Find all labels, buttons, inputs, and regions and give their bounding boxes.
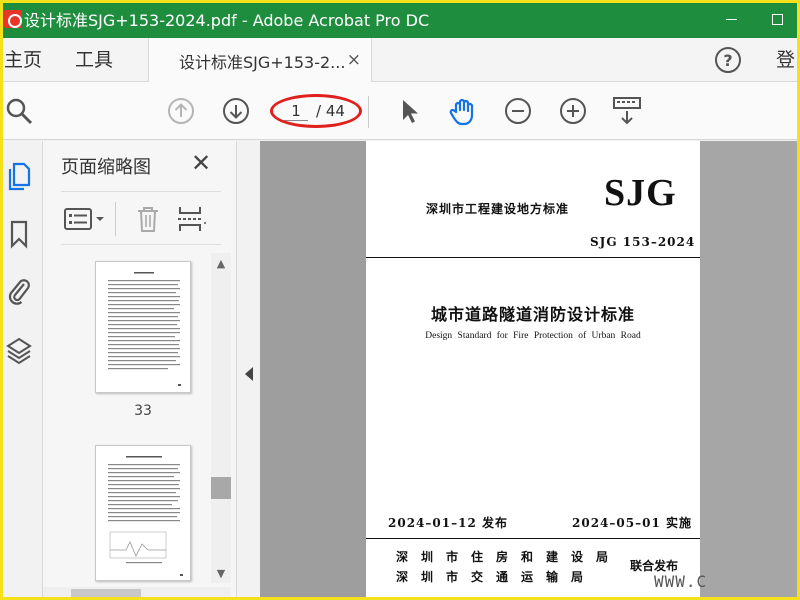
highlight-ring (270, 94, 362, 128)
bookmark-icon (10, 220, 28, 249)
thumbnail-horizontal-scrollbar[interactable] (43, 587, 231, 600)
page-thumbnails-button[interactable] (4, 161, 34, 191)
layers-button[interactable] (4, 335, 34, 365)
hand-icon (449, 98, 474, 126)
zoom-out-button[interactable] (501, 94, 535, 128)
plus-circle-icon (560, 98, 586, 124)
scrolling-mode-button[interactable] (610, 94, 644, 128)
cursor-arrow-icon (403, 100, 418, 123)
search-button[interactable] (2, 94, 36, 128)
select-tool-button[interactable] (392, 94, 426, 128)
insert-page-button[interactable] (177, 206, 207, 232)
arrow-down-circle-icon (223, 98, 249, 124)
document-background-right (700, 141, 800, 600)
site-watermark: WWW.C (654, 572, 708, 591)
document-tab-label: 设计标准SJG+153-2... (179, 52, 346, 72)
title-bar: 设计标准SJG+153-2024.pdf - Adobe Acrobat Pro… (0, 0, 800, 38)
trash-icon (138, 207, 158, 232)
minimize-button[interactable] (708, 0, 754, 38)
issuing-org-housing: 深圳市住房和建设局 (396, 550, 622, 564)
tab-home[interactable]: 主页 (4, 38, 42, 82)
page-thumbnail[interactable] (95, 261, 191, 393)
help-icon[interactable]: ? (715, 47, 741, 73)
effective-date: 2024–05–01 实施 (572, 516, 692, 530)
bookmarks-button[interactable] (4, 219, 34, 249)
standard-code: SJG 153–2024 (590, 235, 696, 249)
minimize-icon (725, 18, 737, 20)
panel-title: 页面缩略图 (61, 157, 151, 178)
thumbnails-panel: 页面缩略图 ✕ 33 ▲ ▼ (43, 141, 236, 600)
standard-title-cn: 城市道路隧道消防设计标准 (430, 305, 635, 324)
thumbnail-vertical-scrollbar[interactable]: ▲ ▼ (211, 253, 231, 583)
layers-icon (6, 337, 32, 365)
arrow-up-circle-icon (168, 98, 194, 124)
acrobat-app-icon (4, 10, 22, 28)
panel-toolbar (61, 191, 221, 245)
paperclip-icon (8, 279, 30, 305)
standard-category: 深圳市工程建设地方标准 (426, 202, 570, 216)
issuing-org-transport: 深圳市交通运输局 (396, 570, 597, 584)
window-title: 设计标准SJG+153-2024.pdf - Adobe Acrobat Pro… (24, 11, 430, 30)
tab-document[interactable]: 设计标准SJG+153-2... × (148, 38, 372, 83)
thumbnail-page-number: 33 (134, 403, 152, 419)
panel-splitter[interactable] (236, 141, 260, 600)
page-number-control: 1 / 44 (270, 94, 362, 128)
list-options-icon (64, 208, 104, 230)
search-icon (6, 98, 33, 125)
keyboard-scroll-icon (613, 97, 641, 125)
navigation-strip (0, 141, 43, 600)
thumbnail-preview (108, 456, 183, 576)
window-controls (708, 0, 800, 38)
maximize-icon (771, 13, 783, 25)
maximize-button[interactable] (754, 0, 800, 38)
horizontal-scroll-thumb[interactable] (71, 589, 141, 598)
close-panel-icon[interactable]: ✕ (191, 149, 211, 177)
close-tab-icon[interactable]: × (347, 50, 361, 70)
scroll-up-icon[interactable]: ▲ (211, 253, 231, 273)
delete-pages-button[interactable] (135, 206, 161, 232)
pdf-page: 深圳市工程建设地方标准 SJG SJG 153–2024 城市道路隧道消防设计标… (366, 141, 700, 600)
next-page-button[interactable] (219, 94, 253, 128)
minus-circle-icon (505, 98, 531, 124)
options-menu-button[interactable] (63, 206, 109, 232)
tab-tools[interactable]: 工具 (75, 38, 113, 82)
thumbnail-preview (108, 272, 181, 386)
footer-rule (366, 538, 700, 539)
thumbnail-list[interactable]: 33 (43, 253, 211, 589)
main-toolbar: 1 / 44 (0, 82, 800, 140)
header-rule (366, 257, 700, 258)
standard-title-en: Design Standard for Fire Protection of U… (425, 331, 641, 341)
hand-tool-button[interactable] (446, 94, 480, 128)
scroll-down-icon[interactable]: ▼ (211, 563, 231, 583)
page-thumbnail[interactable] (95, 445, 191, 581)
pages-icon (8, 162, 31, 191)
panel-tools-divider (115, 202, 116, 236)
collapse-panel-arrow-icon[interactable] (245, 367, 253, 381)
toolbar-divider (368, 96, 369, 128)
previous-page-button[interactable] (164, 94, 198, 128)
attachments-button[interactable] (4, 275, 34, 305)
issue-date: 2024–01–12 发布 (388, 516, 508, 530)
tab-bar: 主页 工具 设计标准SJG+153-2... × ? 登 (0, 38, 800, 83)
sjg-logo: SJG (604, 172, 677, 214)
scroll-thumb[interactable] (211, 477, 231, 499)
insert-page-icon (178, 207, 206, 231)
login-button[interactable]: 登 (776, 38, 795, 82)
zoom-in-button[interactable] (556, 94, 590, 128)
